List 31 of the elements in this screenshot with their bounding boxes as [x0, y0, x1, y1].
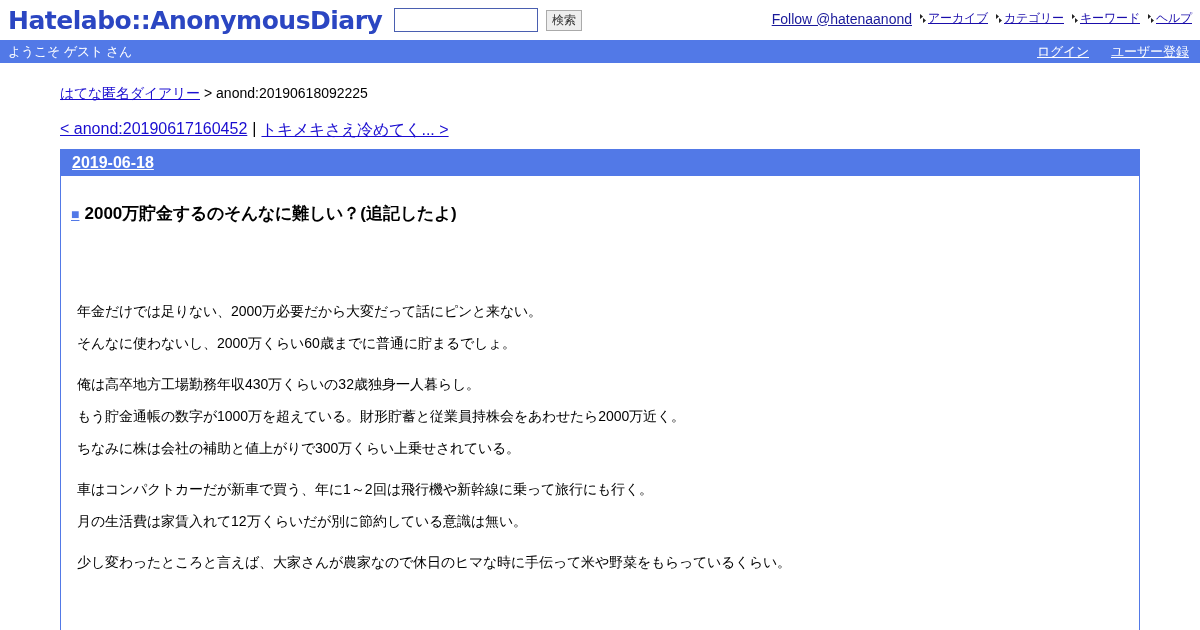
separator: |: [252, 120, 257, 139]
account-link[interactable]: ログイン: [1037, 42, 1089, 61]
search-field[interactable]: [394, 8, 539, 32]
follow-link[interactable]: Follow @hatenaanond: [771, 10, 912, 27]
previous-entry-link[interactable]: < anond:20190617160452: [60, 120, 248, 141]
paragraph: もう貯金通帳の数字が1000万を超えている。財形貯蓄と従業員持株会をあわせたら2000万近く。: [77, 408, 687, 425]
breadcrumb-link[interactable]: はてな匿名ダイアリー: [60, 85, 200, 103]
nav-link[interactable]: ヘルプ: [1156, 10, 1192, 27]
date-link[interactable]: 2019-06-18: [72, 154, 154, 172]
paragraph: 月の生活費は家賃入れて12万くらいだが別に節約している意識は無い。: [77, 513, 528, 530]
account-link[interactable]: ユーザー登録: [1111, 42, 1189, 61]
entry-permalink[interactable]: ■: [71, 205, 80, 222]
arrow-icon: [1072, 14, 1078, 23]
paragraph: 車はコンパクトカーだが新車で買う、年に1～2回は飛行機や新幹線に乗って旅行にも行く。: [77, 481, 654, 498]
arrow-icon: [920, 14, 926, 23]
nav-link[interactable]: カテゴリー: [1004, 10, 1064, 27]
arrow-icon: [1148, 14, 1154, 23]
site-logo[interactable]: Hatelabo::AnonymousDiary: [8, 5, 383, 35]
breadcrumb-current: > anond:20190618092225: [204, 85, 368, 103]
paragraph: 年金だけでは足りない、2000万必要だから大変だって話にピンと来ない。: [77, 303, 544, 320]
paragraph: 俺は高卒地方工場勤務年収430万くらいの32歳独身一人暮らし。: [77, 376, 481, 393]
paragraph: そんなに使わないし、2000万くらい60歳までに普通に貯まるでしょ。: [77, 335, 517, 352]
search-button[interactable]: 検索: [546, 9, 583, 31]
next-entry-link[interactable]: トキメキさえ冷めてく... >: [261, 120, 449, 141]
welcome-text: ようこそ ゲスト さん: [8, 42, 133, 61]
entry-title: 2000万貯金するのそんなに難しい？(追記したよ): [84, 203, 457, 225]
nav-link[interactable]: アーカイブ: [928, 10, 988, 27]
nav-link[interactable]: キーワード: [1080, 10, 1140, 27]
paragraph: 少し変わったところと言えば、大家さんが農家なので休日のヒマな時に手伝って米や野菜をもらっているくらい。: [77, 554, 792, 571]
arrow-icon: [996, 14, 1002, 23]
paragraph: ちなみに株は会社の補助と値上がりで300万くらい上乗せされている。: [77, 440, 522, 457]
